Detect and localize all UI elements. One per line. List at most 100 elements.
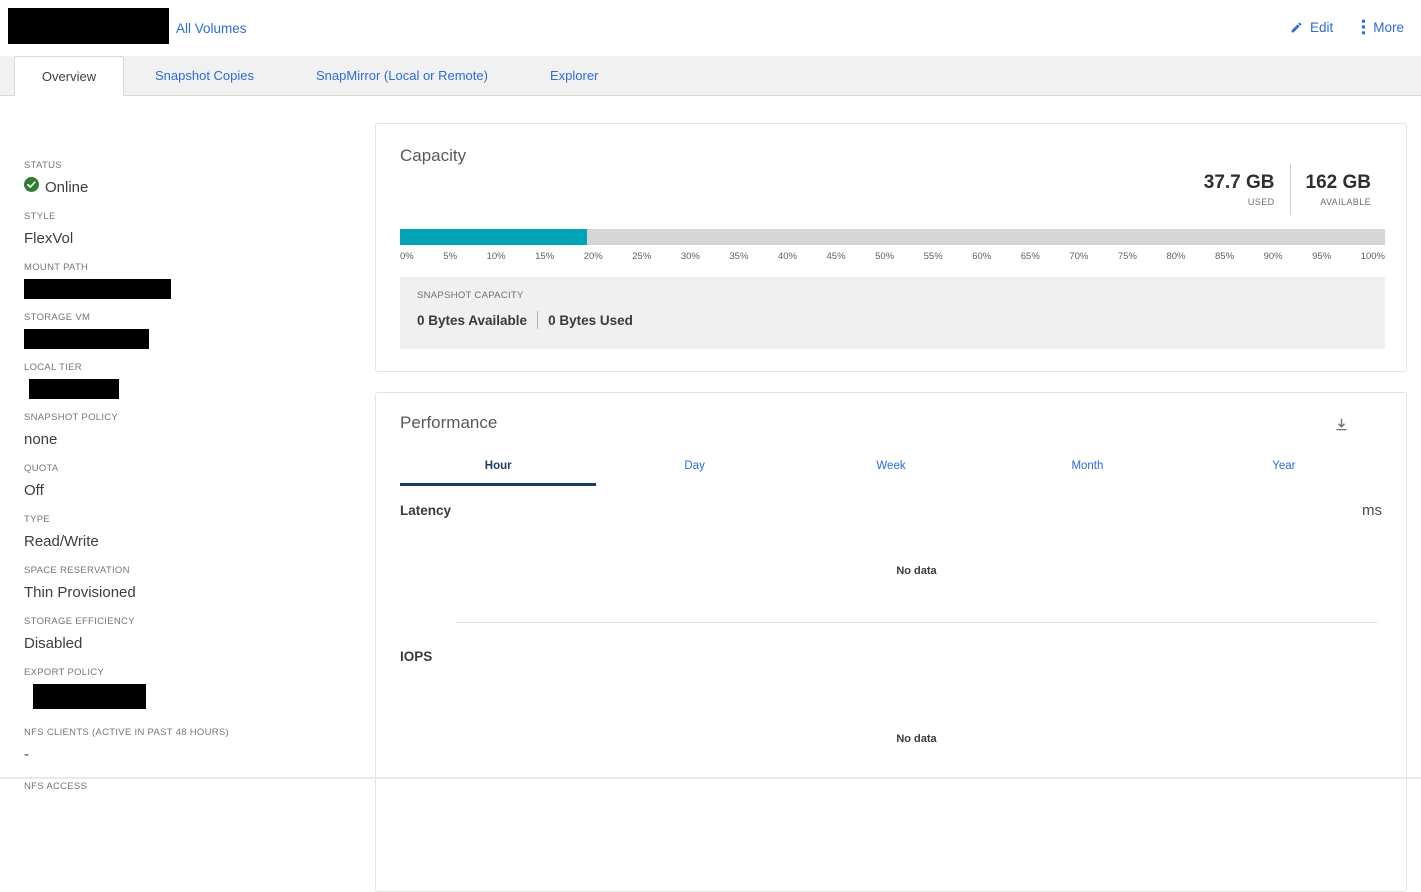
percent-tick-label: 95% (1312, 251, 1331, 262)
status-online-icon (24, 177, 39, 198)
latency-no-data-text: No data (896, 565, 936, 577)
percent-tick-label: 70% (1069, 251, 1088, 262)
capacity-used: 37.7 GB USED (1189, 164, 1290, 215)
more-button-label: More (1373, 20, 1404, 35)
field-label: NFS CLIENTS (ACTIVE IN PAST 48 HOURS) (24, 727, 359, 739)
field-type: TYPE Read/Write (24, 514, 359, 552)
field-status: STATUS Online (24, 160, 359, 198)
capacity-usage-summary: 37.7 GB USED 162 GB AVAILABLE (1189, 164, 1386, 215)
all-volumes-link[interactable]: All Volumes (176, 21, 247, 36)
performance-range-tabs: Hour Day Week Month Year (400, 450, 1382, 486)
capacity-used-label: USED (1204, 197, 1275, 207)
capacity-progress-bar (400, 229, 1385, 245)
field-label: LOCAL TIER (24, 362, 359, 374)
field-style: STYLE FlexVol (24, 211, 359, 249)
status-value: Online (45, 177, 88, 198)
iops-chart-title: IOPS (400, 649, 432, 664)
edit-button[interactable]: Edit (1290, 20, 1333, 35)
latency-chart-title: Latency (400, 503, 451, 518)
field-label: NFS ACCESS (24, 781, 359, 793)
iops-no-data-text: No data (896, 733, 936, 745)
field-label: TYPE (24, 514, 359, 526)
tab-explorer[interactable]: Explorer (519, 56, 629, 95)
field-label: SNAPSHOT POLICY (24, 412, 359, 424)
page-header: All Volumes Edit More (0, 0, 1421, 56)
pencil-icon (1290, 21, 1303, 34)
percent-tick-label: 20% (584, 251, 603, 262)
tab-snapmirror[interactable]: SnapMirror (Local or Remote) (285, 56, 519, 95)
perf-tab-hour[interactable]: Hour (400, 450, 596, 486)
percent-tick-label: 35% (729, 251, 748, 262)
field-quota: QUOTA Off (24, 463, 359, 501)
percent-tick-label: 15% (535, 251, 554, 262)
iops-chart-area: No data (456, 674, 1377, 804)
more-button[interactable]: More (1361, 19, 1404, 35)
capacity-available: 162 GB AVAILABLE (1291, 164, 1386, 215)
field-label: QUOTA (24, 463, 359, 475)
percent-tick-label: 90% (1264, 251, 1283, 262)
percent-tick-label: 65% (1021, 251, 1040, 262)
export-policy-redacted (33, 684, 146, 709)
latency-unit-label: ms (1362, 502, 1382, 519)
mount-path-redacted (24, 279, 171, 299)
performance-title: Performance (400, 413, 497, 433)
snapshot-used-value: 0 Bytes Used (548, 313, 633, 328)
percent-tick-label: 0% (400, 251, 414, 262)
percent-tick-label: 25% (632, 251, 651, 262)
percent-tick-label: 55% (924, 251, 943, 262)
percent-tick-label: 45% (827, 251, 846, 262)
nfs-clients-value: - (24, 744, 359, 765)
capacity-card: Capacity 37.7 GB USED 162 GB AVAILABLE 0… (375, 123, 1407, 372)
percent-tick-label: 80% (1166, 251, 1185, 262)
download-icon[interactable] (1334, 417, 1349, 437)
percent-tick-label: 50% (875, 251, 894, 262)
perf-tab-year[interactable]: Year (1186, 450, 1382, 486)
storage-efficiency-value: Disabled (24, 633, 359, 654)
field-label: STORAGE EFFICIENCY (24, 616, 359, 628)
capacity-available-label: AVAILABLE (1306, 197, 1371, 207)
snapshot-available-value: 0 Bytes Available (417, 313, 527, 328)
capacity-available-value: 162 GB (1306, 172, 1371, 194)
volume-name-redacted (8, 8, 169, 44)
field-nfs-access: NFS ACCESS (24, 781, 359, 793)
field-storage-efficiency: STORAGE EFFICIENCY Disabled (24, 616, 359, 654)
performance-card: Performance Hour Day Week Month Year Lat… (375, 392, 1407, 892)
style-value: FlexVol (24, 228, 359, 249)
capacity-progress-fill (400, 229, 587, 245)
field-space-reservation: SPACE RESERVATION Thin Provisioned (24, 565, 359, 603)
storage-vm-redacted (24, 329, 149, 349)
tab-snapshot-copies[interactable]: Snapshot Copies (124, 56, 285, 95)
capacity-title: Capacity (400, 146, 1382, 166)
percent-tick-label: 60% (972, 251, 991, 262)
snapshot-capacity-label: SNAPSHOT CAPACITY (417, 290, 1368, 301)
space-reservation-value: Thin Provisioned (24, 582, 359, 603)
field-mount-path: MOUNT PATH (24, 262, 359, 299)
percent-tick-label: 40% (778, 251, 797, 262)
perf-tab-day[interactable]: Day (596, 450, 792, 486)
field-nfs-clients: NFS CLIENTS (ACTIVE IN PAST 48 HOURS) - (24, 727, 359, 765)
perf-tab-month[interactable]: Month (989, 450, 1185, 486)
field-local-tier: LOCAL TIER (24, 362, 359, 399)
kebab-menu-icon (1361, 19, 1366, 35)
percent-tick-label: 10% (487, 251, 506, 262)
percent-tick-label: 75% (1118, 251, 1137, 262)
field-label: STATUS (24, 160, 359, 172)
field-storage-vm: STORAGE VM (24, 312, 359, 349)
capacity-used-value: 37.7 GB (1204, 172, 1275, 194)
perf-tab-week[interactable]: Week (793, 450, 989, 486)
percent-tick-label: 5% (443, 251, 457, 262)
snapshot-values-divider (537, 311, 538, 329)
local-tier-redacted (29, 379, 119, 399)
field-label: MOUNT PATH (24, 262, 359, 274)
snapshot-policy-value: none (24, 429, 359, 450)
volume-tab-bar: Overview Snapshot Copies SnapMirror (Loc… (0, 56, 1421, 96)
header-actions: Edit More (1290, 19, 1404, 35)
field-label: STORAGE VM (24, 312, 359, 324)
latency-chart-area: No data (456, 519, 1377, 623)
percent-tick-label: 85% (1215, 251, 1234, 262)
quota-value: Off (24, 480, 359, 501)
field-export-policy: EXPORT POLICY (24, 667, 359, 709)
field-label: EXPORT POLICY (24, 667, 359, 679)
tab-overview[interactable]: Overview (14, 56, 124, 96)
type-value: Read/Write (24, 531, 359, 552)
